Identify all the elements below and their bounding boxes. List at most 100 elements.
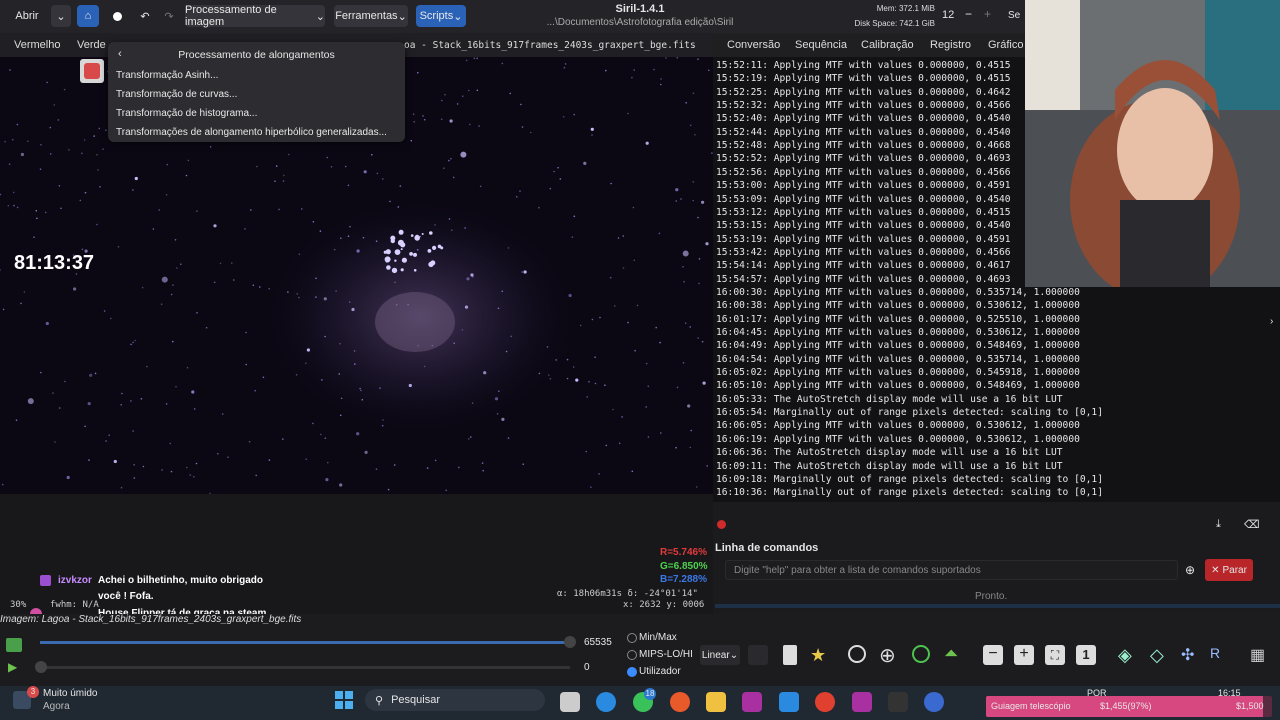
windows-start-icon[interactable] <box>335 691 353 709</box>
star <box>323 297 327 301</box>
siril-icon[interactable] <box>924 692 944 712</box>
tree-icon[interactable]: ⏶ <box>944 643 958 664</box>
tab-vermelho[interactable]: Vermelho <box>14 39 60 51</box>
terminal-icon[interactable] <box>888 692 908 712</box>
menu-item-curves[interactable]: Transformação de curvas... <box>116 89 237 100</box>
high-slider-handle[interactable] <box>564 636 576 648</box>
cluster-star <box>429 231 433 235</box>
star <box>49 153 52 155</box>
image-processing-menu[interactable]: Processamento de imagem ⌄ <box>185 4 325 28</box>
star <box>27 140 29 142</box>
menu-item-ghs[interactable]: Transformações de alongamento hiperbólic… <box>116 127 387 138</box>
star <box>89 373 93 377</box>
home-button[interactable]: ⌂ <box>77 5 99 27</box>
scripts-menu[interactable]: Scripts ⌄ <box>416 5 466 27</box>
star <box>339 342 341 345</box>
menu-item-asinh[interactable]: Transformação Asinh... <box>116 70 218 81</box>
cluster-star <box>401 257 407 263</box>
command-input[interactable]: Digite "help" para obter a lista de coma… <box>725 560 1178 580</box>
app-icon[interactable] <box>779 692 799 712</box>
scale-dropdown[interactable]: Linear ⌄ <box>700 645 740 665</box>
redo-button[interactable]: ↷ <box>158 5 180 27</box>
star <box>174 239 177 241</box>
tools-menu[interactable]: Ferramentas ⌄ <box>334 5 408 27</box>
low-slider-handle[interactable] <box>35 661 47 673</box>
star <box>161 469 163 471</box>
play-icon[interactable]: ▶ <box>8 660 17 674</box>
star <box>36 217 38 220</box>
low-slider[interactable] <box>40 666 570 669</box>
tab-sequencia[interactable]: Sequência <box>795 39 847 51</box>
stop-button[interactable]: ✕ Parar <box>1205 559 1253 581</box>
star <box>165 194 168 196</box>
star <box>180 263 182 265</box>
star <box>98 127 101 130</box>
task-view-icon[interactable] <box>560 692 580 712</box>
rgb-icon[interactable]: R <box>1210 645 1220 661</box>
help-icon[interactable]: ⊕ <box>1185 563 1195 577</box>
chevron-right-icon[interactable]: › <box>1270 316 1273 327</box>
star <box>697 337 699 339</box>
minus-button[interactable]: − <box>965 7 972 21</box>
console-line: 16:05:02: Applying MTF with values 0.000… <box>716 367 1080 379</box>
cluster-star <box>394 249 401 256</box>
stream-timer: 81:13:37 <box>14 252 95 274</box>
grid-icon[interactable]: ▦ <box>1250 645 1265 665</box>
star <box>507 437 510 439</box>
target-icon[interactable] <box>912 645 930 663</box>
tab-conversao[interactable]: Conversão <box>727 39 780 51</box>
zoom-1-button[interactable]: 1 <box>1076 645 1096 665</box>
star <box>452 176 455 179</box>
tab-grafico[interactable]: Gráfico <box>988 39 1023 51</box>
open-dropdown-button[interactable]: ⌄ <box>51 5 71 27</box>
color-toggle[interactable] <box>748 645 768 665</box>
taskbar-search[interactable]: ⚲ Pesquisar <box>365 689 545 711</box>
star <box>12 191 15 194</box>
star <box>426 467 429 469</box>
chrome-icon[interactable] <box>815 692 835 712</box>
zoom-in-button[interactable]: + <box>1014 645 1034 665</box>
open-button[interactable]: Abrir <box>8 5 46 27</box>
star <box>434 459 437 462</box>
photometry-icon[interactable] <box>848 645 866 663</box>
settings-button[interactable]: Se <box>1008 10 1020 21</box>
app-icon[interactable] <box>852 692 872 712</box>
star <box>172 340 174 343</box>
undo-button[interactable]: ↶ <box>134 5 156 27</box>
star <box>330 166 333 168</box>
globe-icon[interactable]: ⊕ <box>879 643 896 668</box>
back-icon[interactable]: ‹ <box>118 48 122 60</box>
tab-verde[interactable]: Verde <box>77 39 106 51</box>
plus-button[interactable]: + <box>984 7 991 21</box>
office-icon[interactable] <box>670 692 690 712</box>
undo-icon: ↶ <box>140 10 150 23</box>
image-filename: oa - Stack_16bits_917frames_2403s_graxpe… <box>404 40 696 51</box>
tab-calibracao[interactable]: Calibração <box>861 39 914 51</box>
cut-icon[interactable]: ✣ <box>1181 645 1194 665</box>
high-slider[interactable] <box>40 641 570 644</box>
zoom-out-button[interactable]: − <box>983 645 1003 665</box>
star <box>564 63 567 65</box>
radio-mips[interactable] <box>627 650 637 660</box>
app-icon[interactable] <box>742 692 762 712</box>
star <box>695 486 698 488</box>
zoom-fit-button[interactable]: ⛶ <box>1045 645 1065 665</box>
radio-minmax[interactable] <box>627 633 637 643</box>
rotate-icon[interactable]: ◈ <box>1118 645 1132 666</box>
clear-icon[interactable]: ⌫ <box>1244 518 1260 531</box>
radio-user[interactable] <box>627 667 637 677</box>
download-icon[interactable]: ⤓ <box>1216 518 1221 531</box>
edge-icon[interactable] <box>596 692 616 712</box>
fwhm-value: fwhm: N/A <box>50 600 99 610</box>
star <box>562 115 565 118</box>
snapshot-icon[interactable] <box>783 645 797 665</box>
record-button[interactable] <box>106 5 128 27</box>
star-icon[interactable]: ★ <box>810 645 826 666</box>
chevron-down-icon: ⌄ <box>453 10 463 23</box>
tab-registro[interactable]: Registro <box>930 39 971 51</box>
star <box>689 124 692 127</box>
star <box>12 138 14 141</box>
menu-item-histogram[interactable]: Transformação de histograma... <box>116 108 257 119</box>
folder-icon[interactable] <box>706 692 726 712</box>
flip-icon[interactable]: ◇ <box>1150 645 1164 666</box>
